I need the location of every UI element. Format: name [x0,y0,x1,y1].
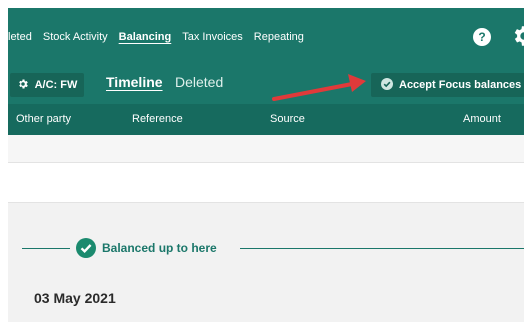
nav-tabs: leted Stock Activity Balancing Tax Invoi… [8,8,524,66]
account-label: A/C: FW [34,79,78,91]
gear-icon[interactable] [510,23,524,49]
tab-timeline[interactable]: Timeline [106,74,163,90]
table-header: Other party Reference Source Amount [8,104,524,135]
check-circle-icon [76,238,96,258]
toolbar: A/C: FW Timeline Deleted Accept Focus ba… [8,66,524,104]
divider [240,248,524,249]
column-header-source[interactable]: Source [270,113,305,125]
account-button[interactable]: A/C: FW [10,73,84,97]
annotation-arrow-icon [272,74,366,101]
check-circle-icon [381,77,393,93]
accept-focus-balances-label: Accept Focus balances [399,79,522,91]
date-heading: 03 May 2021 [34,290,116,306]
tab-repeating[interactable]: Repeating [254,31,304,43]
help-icon[interactable]: ? [473,28,491,46]
column-header-other-party[interactable]: Other party [16,113,71,125]
column-header-reference[interactable]: Reference [132,113,183,125]
tab-deleted-view[interactable]: Deleted [175,74,223,90]
balanced-up-to-here-label: Balanced up to here [102,241,217,255]
table-row [8,135,524,163]
tab-deleted[interactable]: leted [8,31,32,43]
gear-icon [17,78,29,93]
tab-tax-invoices[interactable]: Tax Invoices [182,31,243,43]
top-bar: leted Stock Activity Balancing Tax Invoi… [8,8,524,135]
tab-stock-activity[interactable]: Stock Activity [43,31,108,43]
column-header-amount[interactable]: Amount [463,113,501,125]
accept-focus-balances-button[interactable]: Accept Focus balances [371,73,524,97]
tab-balancing[interactable]: Balancing [119,31,172,43]
divider [22,248,70,249]
balance-panel: Balanced up to here 03 May 2021 [8,202,524,322]
